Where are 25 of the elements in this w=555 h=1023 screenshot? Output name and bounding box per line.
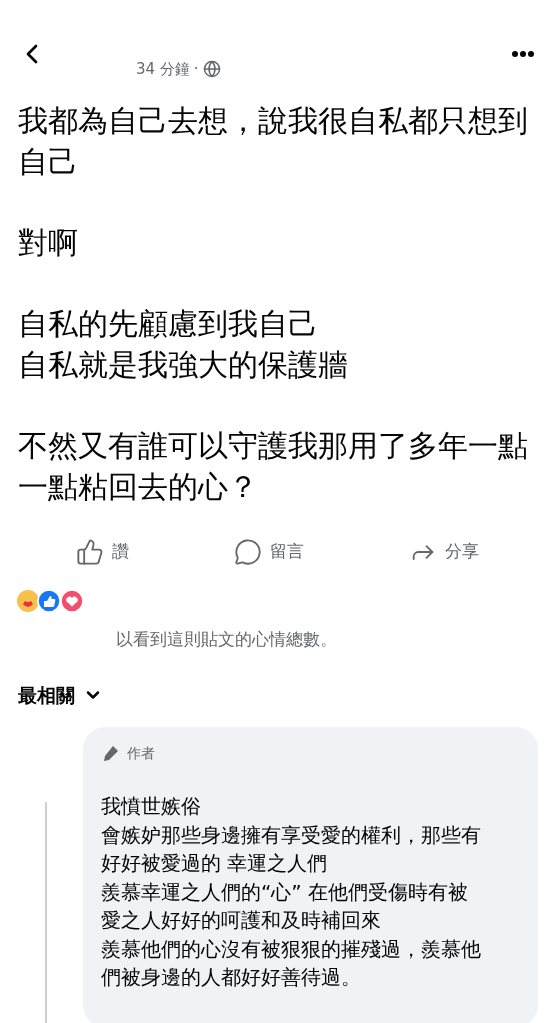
comment-text: 羨慕幸運之人們的“心” 在他們受傷時有被 [101, 878, 470, 906]
comment-text: 我憤世嫉俗 [101, 793, 202, 820]
comment-button[interactable]: 留言 [234, 538, 304, 566]
comment-text: 會嫉妒那些身邊擁有享受愛的權利，那些有 [101, 821, 482, 849]
globe-icon [202, 60, 221, 79]
thumbs-up-icon [76, 538, 105, 566]
comment-text: 們被身邊的人都好好善待過。 [101, 964, 362, 991]
separator-dot: · [193, 59, 199, 80]
post-time: 34 分鐘 [136, 59, 190, 80]
pencil-icon [101, 744, 119, 763]
share-button[interactable]: 分享 [408, 538, 479, 566]
comment-text: 羨慕他們的心沒有被狠狠的摧殘過，羨慕他 [101, 935, 482, 963]
author-label: 作者 [127, 744, 155, 763]
post-text: 對啊 [18, 224, 79, 262]
comment-text: 愛之人好好的呵護和及時補回來 [101, 907, 382, 934]
post-text: 自私的先顧慮到我自己 [18, 305, 319, 343]
speech-bubble-icon [234, 538, 262, 566]
post-text: 自私就是我強大的保護牆 [18, 346, 349, 384]
post-text: 我都為自己去想，說我很自私都只想到自己 [18, 102, 529, 181]
sort-button[interactable]: 最相關 [0, 680, 103, 709]
like-button[interactable]: 讚 [76, 538, 130, 566]
more-icon [512, 51, 534, 57]
post-text: 不然又有誰可以守護我那用了多年一點一點粘回去的心？ [18, 427, 529, 506]
reactions-note: 以看到這則貼文的心情總數。 [115, 628, 338, 651]
comment-text: 好好被愛過的 幸運之人們 [101, 850, 329, 877]
